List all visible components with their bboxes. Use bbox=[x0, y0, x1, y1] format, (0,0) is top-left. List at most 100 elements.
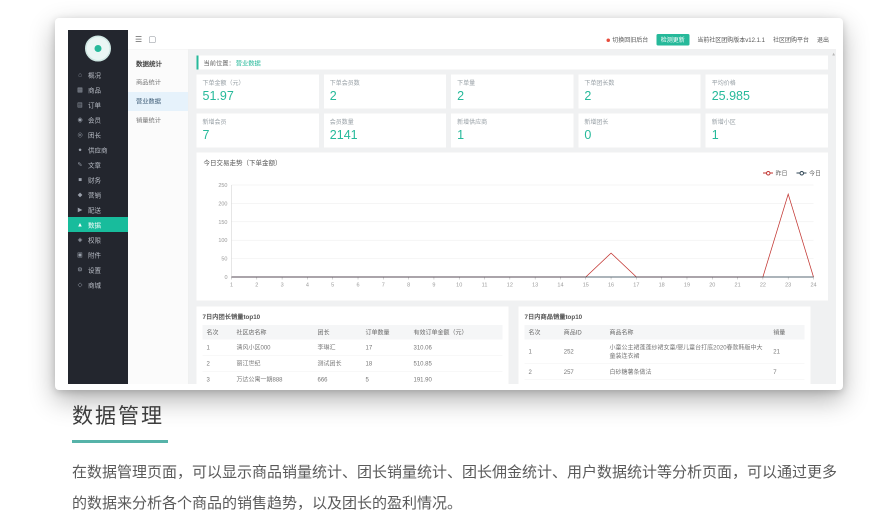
svg-text:8: 8 bbox=[407, 283, 410, 289]
column-header: 商品名称 bbox=[606, 325, 770, 340]
svg-text:21: 21 bbox=[735, 283, 741, 289]
stat-value: 0 bbox=[584, 128, 694, 143]
submenu-item[interactable]: 商品统计 bbox=[128, 73, 188, 92]
breadcrumb-current-link[interactable]: 营业数据 bbox=[236, 58, 261, 68]
stat-card: 新增团长 0 bbox=[578, 114, 700, 148]
stat-card: 下单量 2 bbox=[451, 75, 573, 109]
column-header: 销量 bbox=[769, 325, 804, 340]
hamburger-icon[interactable]: ☰ bbox=[135, 35, 142, 45]
sidebar-item-label: 会员 bbox=[88, 115, 101, 125]
stat-value: 7 bbox=[203, 128, 313, 143]
svg-text:20: 20 bbox=[709, 283, 715, 289]
admin-screenshot-card: ⌂ 概况 ▦ 商品 ▤ 订单 bbox=[55, 18, 843, 390]
stat-card: 会员数量 2141 bbox=[324, 114, 446, 148]
sidebar-item-label: 订单 bbox=[88, 100, 101, 110]
sidebar-item[interactable]: ■ 财务 bbox=[68, 172, 128, 187]
svg-text:5: 5 bbox=[331, 283, 334, 289]
secondary-sidebar: 数据统计 商品统计 营业数据 bbox=[128, 50, 189, 385]
sidebar-item[interactable]: ◆ 营销 bbox=[68, 187, 128, 202]
stat-value: 1 bbox=[457, 128, 567, 143]
sidebar-item[interactable]: ▤ 订单 bbox=[68, 97, 128, 112]
line-chart: 0501001502002501234567891011121314151617… bbox=[204, 178, 822, 294]
marketing-icon: ◆ bbox=[76, 191, 84, 198]
svg-text:22: 22 bbox=[760, 283, 766, 289]
stat-card: 下单会员数 2 bbox=[324, 75, 446, 109]
svg-text:18: 18 bbox=[659, 283, 665, 289]
check-update-badge[interactable]: 检测更新 bbox=[656, 34, 689, 46]
legend-item[interactable]: 昨日 bbox=[763, 169, 788, 178]
svg-text:200: 200 bbox=[218, 201, 227, 207]
stat-value: 2 bbox=[330, 89, 440, 104]
sidebar-item[interactable]: ▲ 数据 bbox=[68, 217, 128, 232]
sidebar-item[interactable]: ◉ 会员 bbox=[68, 112, 128, 127]
top-navbar: ☰ 切换回旧后台 检测更新 当前社区团购版本v12.1.1 社区团购平台 退出 bbox=[128, 30, 836, 50]
stat-label: 下单会员数 bbox=[330, 79, 440, 88]
home-icon: ⌂ bbox=[76, 71, 84, 78]
scroll-up-arrow-icon[interactable]: ▴ bbox=[832, 51, 835, 58]
sidebar-item[interactable]: ▦ 商品 bbox=[68, 82, 128, 97]
sidebar-item-label: 商品 bbox=[88, 85, 101, 95]
stat-label: 新增会员 bbox=[203, 118, 313, 127]
sidebar-item-label: 数据 bbox=[88, 220, 101, 230]
stat-label: 平均价格 bbox=[712, 79, 822, 88]
svg-text:10: 10 bbox=[456, 283, 462, 289]
alert-dot-icon bbox=[606, 38, 610, 42]
table-row: 2 丽江世纪 测试团长 18 510.85 bbox=[203, 355, 503, 371]
version-text: 当前社区团购版本v12.1.1 bbox=[697, 35, 765, 44]
sidebar-item[interactable]: ◇ 商城 bbox=[68, 277, 128, 292]
svg-text:16: 16 bbox=[608, 283, 614, 289]
doc-section: 数据管理 在数据管理页面，可以显示商品销量统计、团长销量统计、团长佣金统计、用户… bbox=[72, 400, 850, 519]
stat-card: 平均价格 25.985 bbox=[706, 75, 828, 109]
order-icon: ▤ bbox=[76, 101, 84, 108]
platform-link[interactable]: 社区团购平台 bbox=[773, 35, 809, 44]
svg-text:24: 24 bbox=[810, 283, 816, 289]
svg-text:150: 150 bbox=[218, 220, 227, 226]
stat-label: 下单量 bbox=[457, 79, 567, 88]
stat-value: 2 bbox=[457, 89, 567, 104]
svg-text:7: 7 bbox=[382, 283, 385, 289]
data-icon: ▲ bbox=[76, 221, 84, 228]
sidebar-item-label: 设置 bbox=[88, 265, 101, 275]
column-header: 团长 bbox=[314, 325, 362, 340]
column-header: 订单数量 bbox=[362, 325, 410, 340]
legend-item[interactable]: 今日 bbox=[796, 169, 821, 178]
supplier-icon: ● bbox=[76, 146, 84, 153]
stat-card: 新增供应商 1 bbox=[451, 114, 573, 148]
submenu-list: 商品统计 营业数据 销量统计 bbox=[128, 73, 188, 130]
submenu-item[interactable]: 营业数据 bbox=[128, 92, 188, 111]
sidebar-item-label: 概况 bbox=[88, 70, 101, 80]
fullscreen-icon[interactable] bbox=[149, 36, 156, 43]
sidebar-item[interactable]: ◈ 权限 bbox=[68, 232, 128, 247]
svg-text:50: 50 bbox=[221, 257, 227, 263]
sidebar-item[interactable]: ⚙ 设置 bbox=[68, 262, 128, 277]
legend-label: 今日 bbox=[809, 169, 821, 178]
sidebar-item[interactable]: ▶ 配送 bbox=[68, 202, 128, 217]
svg-text:100: 100 bbox=[218, 238, 227, 244]
sidebar-item[interactable]: ● 供应商 bbox=[68, 142, 128, 157]
column-header: 名次 bbox=[203, 325, 233, 340]
sidebar-item[interactable]: ▣ 附件 bbox=[68, 247, 128, 262]
sidebar-item[interactable]: ✎ 文章 bbox=[68, 157, 128, 172]
svg-text:4: 4 bbox=[306, 283, 309, 289]
sidebar-item-label: 财务 bbox=[88, 175, 101, 185]
sidebar-item[interactable]: ◎ 团长 bbox=[68, 127, 128, 142]
title-underline bbox=[72, 440, 168, 443]
breadcrumb: 当前位置： 营业数据 bbox=[197, 56, 829, 70]
stat-value: 1 bbox=[712, 128, 822, 143]
table-title: 7日内商品销量top10 bbox=[525, 312, 805, 322]
stat-value: 51.97 bbox=[203, 89, 313, 104]
stat-card: 下单金额（元） 51.97 bbox=[197, 75, 319, 109]
logout-link[interactable]: 退出 bbox=[817, 35, 829, 44]
svg-text:2: 2 bbox=[255, 283, 258, 289]
main-sidebar-menu: ⌂ 概况 ▦ 商品 ▤ 订单 bbox=[68, 67, 128, 292]
stat-value: 25.985 bbox=[712, 89, 822, 104]
switch-old-admin-link[interactable]: 切换回旧后台 bbox=[606, 35, 648, 44]
submenu-title: 数据统计 bbox=[128, 56, 188, 74]
trend-chart-panel: 今日交易走势（下单金额） 昨日今日 0501001502002501234567… bbox=[197, 153, 829, 301]
attachment-icon: ▣ bbox=[76, 251, 84, 258]
stat-value: 2 bbox=[584, 89, 694, 104]
stat-value: 2141 bbox=[330, 128, 440, 143]
svg-text:12: 12 bbox=[507, 283, 513, 289]
submenu-item[interactable]: 销量统计 bbox=[128, 111, 188, 130]
sidebar-item[interactable]: ⌂ 概况 bbox=[68, 67, 128, 82]
